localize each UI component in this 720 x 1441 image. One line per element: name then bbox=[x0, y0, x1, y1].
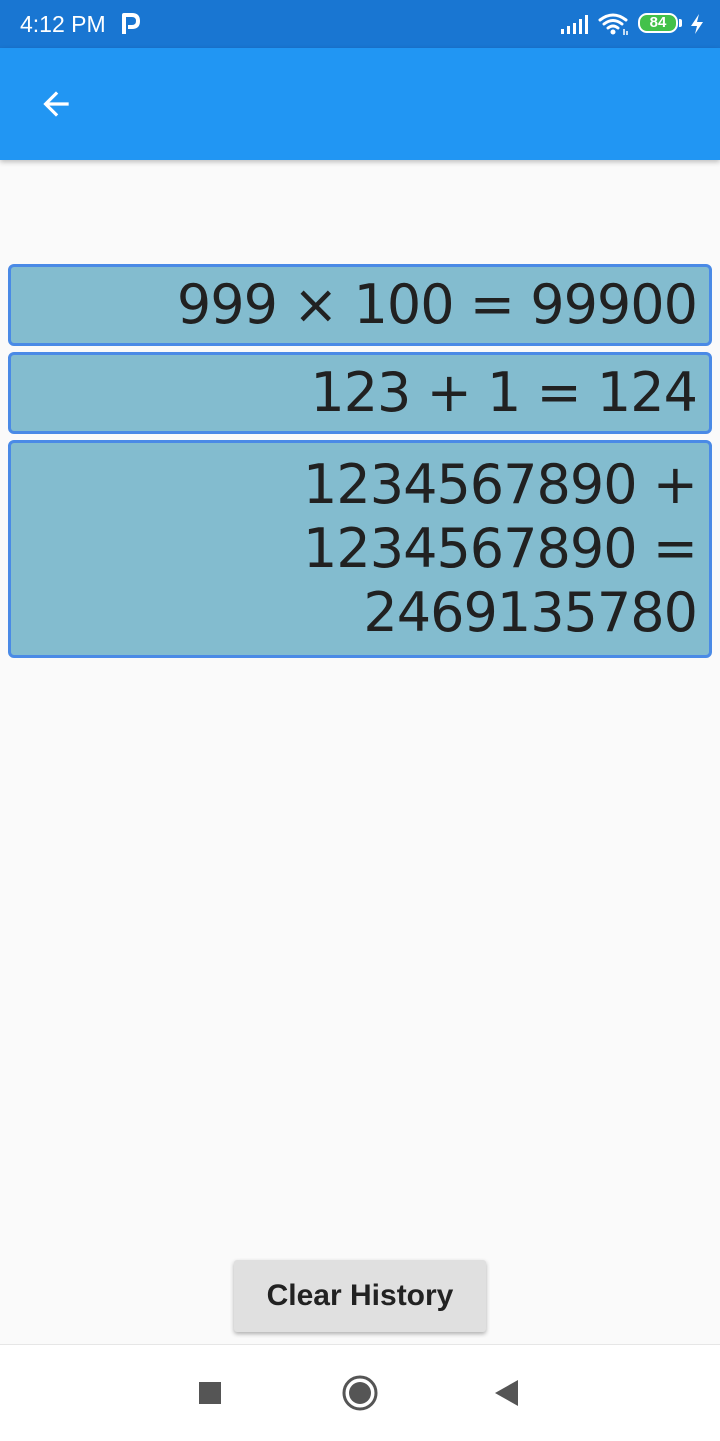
home-button[interactable] bbox=[336, 1369, 384, 1417]
status-time: 4:12 PM bbox=[20, 11, 106, 37]
arrow-left-icon bbox=[43, 91, 69, 117]
history-item[interactable]: 123 + 1 = 124 bbox=[8, 352, 712, 434]
back-triangle-icon bbox=[495, 1380, 518, 1406]
home-icon bbox=[342, 1375, 378, 1411]
signal-icon bbox=[561, 15, 588, 34]
back-nav-button[interactable] bbox=[482, 1369, 530, 1417]
recent-apps-button[interactable] bbox=[186, 1369, 234, 1417]
battery-icon: 84 bbox=[638, 13, 682, 35]
recent-apps-icon bbox=[199, 1382, 221, 1404]
history-item[interactable]: 999 × 100 = 99900 bbox=[8, 264, 712, 346]
wifi-icon bbox=[598, 13, 628, 35]
parking-icon bbox=[122, 13, 140, 34]
history-item[interactable]: 1234567890 + 1234567890 = 2469135780 bbox=[8, 440, 712, 658]
battery-tip bbox=[679, 19, 682, 27]
app-bar bbox=[0, 48, 720, 160]
history-list: 999 × 100 = 99900 123 + 1 = 124 12345678… bbox=[8, 264, 712, 664]
battery-level: 84 bbox=[649, 14, 667, 31]
navigation-bar bbox=[0, 1344, 720, 1441]
clear-history-button[interactable]: Clear History bbox=[234, 1260, 486, 1332]
status-bar: 4:12 PM 84 bbox=[0, 0, 720, 48]
charging-icon bbox=[691, 14, 703, 34]
back-button[interactable] bbox=[24, 72, 88, 136]
